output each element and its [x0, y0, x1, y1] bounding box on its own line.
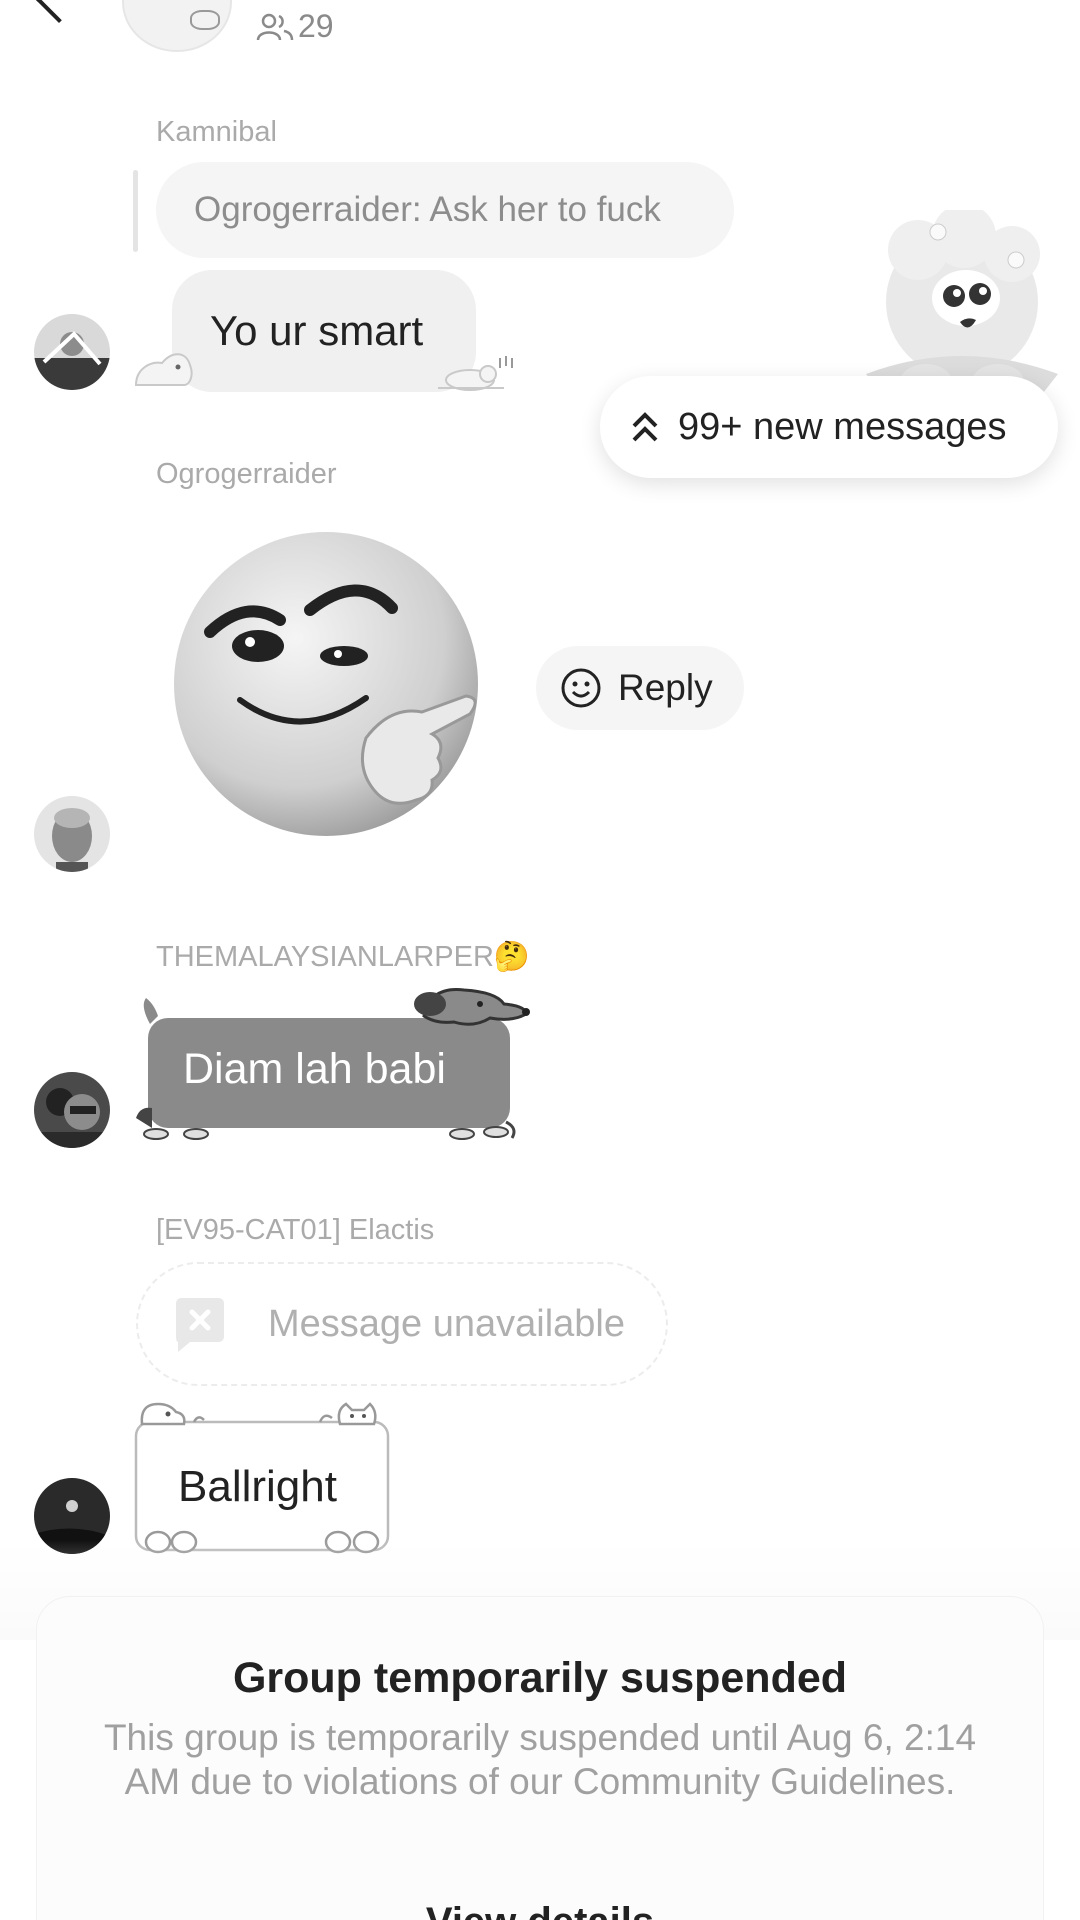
smiley-icon	[561, 668, 601, 708]
new-messages-button[interactable]: 99+ new messages	[600, 376, 1058, 478]
new-messages-label: 99+ new messages	[678, 405, 1007, 448]
reply-button[interactable]: Reply	[536, 646, 744, 730]
message-text: Ballright	[178, 1462, 337, 1511]
reply-label: Reply	[618, 667, 713, 708]
message-text: Diam lah babi	[183, 1045, 446, 1093]
member-count: 29	[298, 8, 334, 44]
double-chevron-up-icon	[632, 412, 658, 442]
view-details-link[interactable]: View details	[36, 1900, 1044, 1920]
bubble-decoration-icon	[438, 356, 513, 391]
avatar[interactable]	[34, 314, 110, 390]
unavailable-label: Message unavailable	[268, 1302, 626, 1345]
sender-name: THEMALAYSIANLARPER🤔	[156, 941, 530, 973]
back-arrow-icon[interactable]	[34, 0, 84, 24]
suspension-title: Group temporarily suspended	[232, 1654, 848, 1702]
members-icon	[256, 13, 294, 41]
smirking-face-sticker[interactable]	[170, 528, 486, 844]
unavailable-message[interactable]: Message unavailable	[136, 1262, 668, 1386]
sender-name: Ogrogerraider	[156, 458, 337, 490]
avatar[interactable]	[34, 796, 110, 872]
message-bubble[interactable]: Yo ur smart	[172, 270, 476, 392]
avatar[interactable]	[34, 1072, 110, 1148]
sender-name: [EV95-CAT01] Elactis	[156, 1214, 435, 1246]
quote-bar	[133, 170, 138, 252]
suspension-body: This group is temporarily suspended unti…	[103, 1717, 977, 1802]
bubble-decoration-icon	[134, 353, 193, 386]
quoted-message[interactable]: Ogrogerraider: Ask her to fuck	[156, 162, 734, 258]
sender-name: Kamnibal	[156, 116, 277, 148]
message-unavailable-icon	[176, 1298, 224, 1352]
group-avatar[interactable]	[122, 0, 232, 52]
